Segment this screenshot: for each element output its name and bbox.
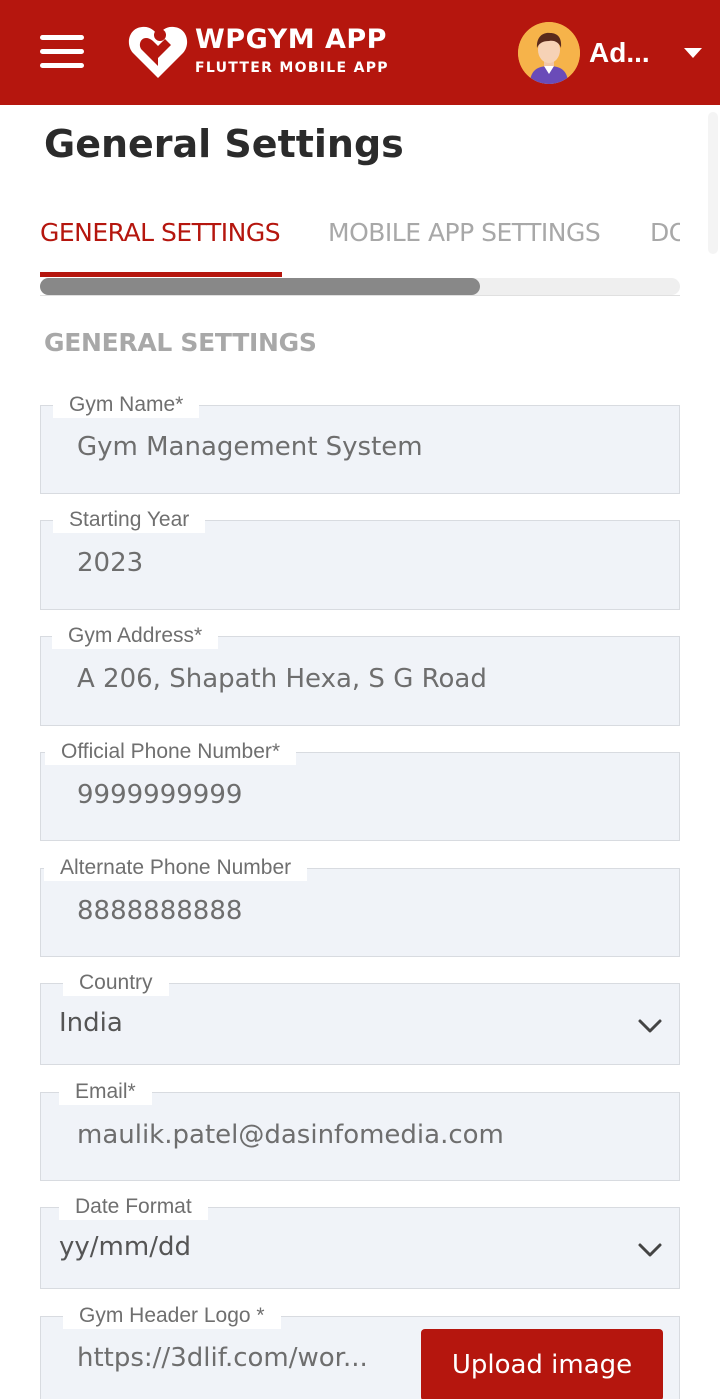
chevron-down-icon[interactable] [637, 1018, 663, 1034]
brand-logo: WPGYM APP FLUTTER MOBILE APP [127, 20, 397, 84]
gym-name-value[interactable]: Gym Management System [77, 432, 423, 462]
date-format-select[interactable]: Date Format yy/mm/dd [40, 1194, 680, 1289]
alternate-phone-value[interactable]: 8888888888 [77, 896, 242, 926]
brand-title: WPGYM APP [195, 24, 387, 55]
starting-year-value[interactable]: 2023 [77, 548, 143, 578]
gym-header-logo-label: Gym Header Logo * [63, 1303, 281, 1329]
country-label: Country [63, 970, 169, 996]
gym-name-label: Gym Name* [53, 392, 200, 418]
tabs-divider [40, 295, 680, 296]
user-avatar[interactable] [518, 22, 580, 84]
page-title: General Settings [44, 122, 404, 166]
gym-header-logo-field[interactable]: Gym Header Logo * https://3dlif.com/wor.… [40, 1303, 680, 1399]
active-tab-indicator [40, 272, 282, 277]
tab-mobile-app-settings[interactable]: MOBILE APP SETTINGS [328, 218, 601, 247]
gym-address-value[interactable]: A 206, Shapath Hexa, S G Road [77, 664, 487, 694]
alternate-phone-label: Alternate Phone Number [44, 855, 308, 881]
gym-header-logo-value[interactable]: https://3dlif.com/wor... [77, 1343, 368, 1373]
date-format-label: Date Format [59, 1194, 208, 1220]
caret-down-icon[interactable] [684, 48, 702, 58]
edge-scroll-indicator [708, 112, 718, 254]
country-value[interactable]: India [59, 1008, 123, 1038]
app-bar: WPGYM APP FLUTTER MOBILE APP Ad... [0, 0, 720, 105]
tab-general-settings[interactable]: GENERAL SETTINGS [40, 218, 281, 247]
official-phone-field[interactable]: Official Phone Number* 9999999999 [40, 739, 680, 841]
gym-name-field[interactable]: Gym Name* Gym Management System [40, 392, 680, 494]
tabs-scrollbar[interactable] [40, 278, 680, 295]
country-select[interactable]: Country India [40, 970, 680, 1065]
email-value[interactable]: maulik.patel@dasinfomedia.com [77, 1120, 504, 1150]
hamburger-menu-icon[interactable] [40, 35, 84, 69]
tabs-scrollbar-thumb[interactable] [40, 278, 480, 295]
user-avatar-icon [518, 22, 580, 84]
section-title: GENERAL SETTINGS [44, 328, 317, 357]
email-field[interactable]: Email* maulik.patel@dasinfomedia.com [40, 1079, 680, 1181]
starting-year-field[interactable]: Starting Year 2023 [40, 507, 680, 610]
starting-year-label: Starting Year [53, 507, 206, 533]
tab-document-settings[interactable]: DOCUMENT SETTINGS [650, 218, 680, 247]
official-phone-value[interactable]: 9999999999 [77, 780, 242, 810]
alternate-phone-field[interactable]: Alternate Phone Number 8888888888 [40, 855, 680, 957]
heart-logo-icon [128, 26, 188, 78]
gym-address-field[interactable]: Gym Address* A 206, Shapath Hexa, S G Ro… [40, 623, 680, 726]
gym-address-label: Gym Address* [52, 623, 219, 649]
date-format-value[interactable]: yy/mm/dd [59, 1232, 191, 1262]
brand-subtitle: FLUTTER MOBILE APP [195, 60, 389, 76]
email-label: Email* [59, 1079, 152, 1105]
user-name[interactable]: Ad... [589, 37, 650, 69]
settings-tabs: GENERAL SETTINGS MOBILE APP SETTINGS DOC… [40, 200, 680, 280]
chevron-down-icon[interactable] [637, 1242, 663, 1258]
official-phone-label: Official Phone Number* [45, 739, 297, 765]
upload-image-button[interactable]: Upload image [421, 1329, 663, 1399]
